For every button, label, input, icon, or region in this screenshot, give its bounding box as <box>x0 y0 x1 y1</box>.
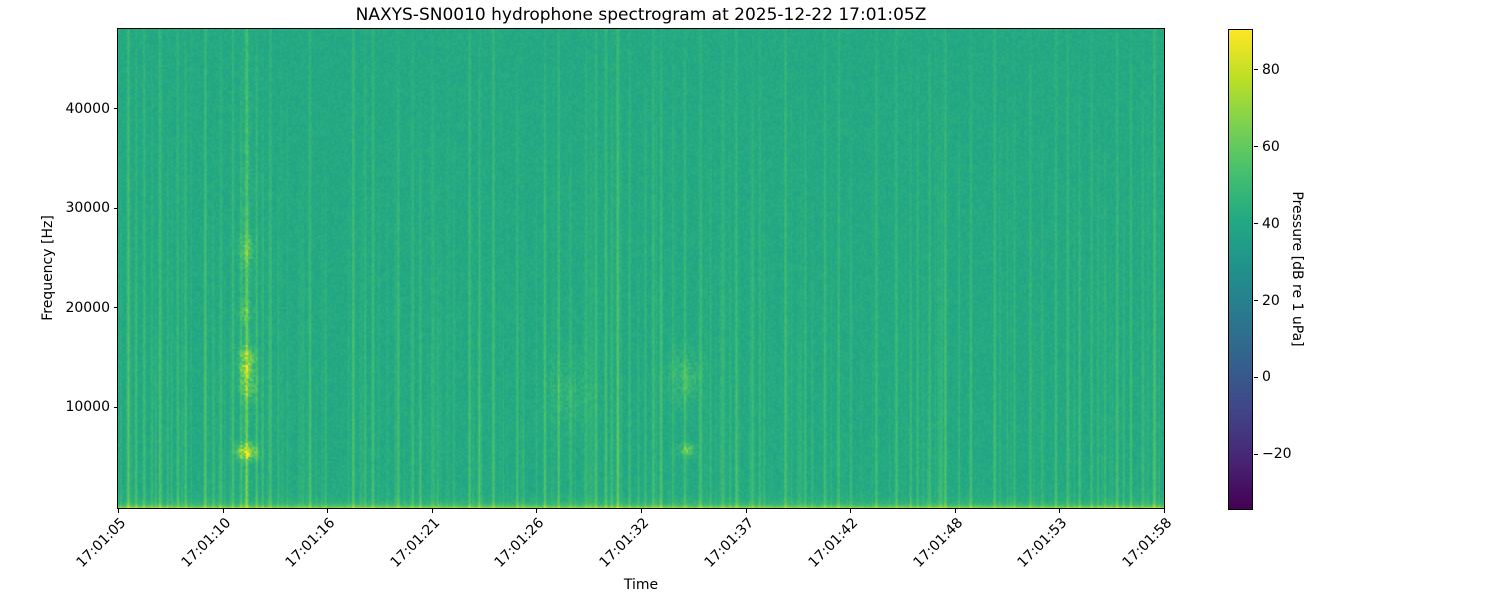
colorbar-tick-label: 60 <box>1262 138 1280 155</box>
colorbar-tick-label: 20 <box>1262 292 1280 309</box>
x-tick-mark <box>1164 509 1165 513</box>
x-tick-mark <box>431 509 433 513</box>
plot-border <box>117 28 1165 509</box>
colorbar-border <box>1228 29 1253 510</box>
x-tick-mark <box>954 509 956 513</box>
y-tick-label: 20000 <box>65 299 110 316</box>
colorbar-tick-mark <box>1254 69 1258 71</box>
colorbar-tick-label: 0 <box>1262 369 1271 386</box>
x-tick-label: 17:01:26 <box>491 515 548 571</box>
colorbar-tick-mark <box>1254 223 1258 225</box>
x-tick-label: 17:01:16 <box>282 515 339 571</box>
x-tick-label: 17:01:58 <box>1119 515 1176 571</box>
x-tick-mark <box>641 509 642 513</box>
y-tick-mark <box>114 307 118 309</box>
x-tick-mark <box>327 509 329 513</box>
y-axis-label: Frequency [Hz] <box>40 215 56 321</box>
x-tick-mark <box>1059 509 1061 513</box>
x-tick-label: 17:01:37 <box>701 515 757 571</box>
colorbar-tick-mark <box>1254 376 1258 378</box>
x-tick-mark <box>536 509 538 513</box>
y-tick-mark <box>114 406 118 408</box>
colorbar-tick-mark <box>1254 146 1258 148</box>
y-tick-mark <box>114 108 118 110</box>
x-tick-mark <box>850 509 852 513</box>
colorbar-label: Pressure [dB re 1 uPa] <box>1289 191 1305 347</box>
x-tick-label: 17:01:42 <box>805 515 862 571</box>
x-tick-label: 17:01:05 <box>73 515 130 571</box>
x-tick-mark <box>222 509 224 513</box>
y-tick-label: 10000 <box>65 399 110 416</box>
colorbar-tick-mark <box>1254 453 1258 455</box>
x-tick-mark <box>118 509 119 513</box>
x-tick-mark <box>745 509 747 513</box>
colorbar-tick-label: −20 <box>1262 446 1292 463</box>
spectrogram-figure: NAXYS-SN0010 hydrophone spectrogram at 2… <box>0 0 1500 600</box>
x-tick-label: 17:01:21 <box>387 515 444 571</box>
x-tick-label: 17:01:53 <box>1014 515 1071 571</box>
x-tick-label: 17:01:32 <box>596 515 653 571</box>
x-axis-label: Time <box>623 577 659 593</box>
y-tick-mark <box>114 207 118 209</box>
colorbar-tick-label: 80 <box>1262 61 1280 78</box>
chart-title: NAXYS-SN0010 hydrophone spectrogram at 2… <box>355 5 927 25</box>
y-tick-label: 30000 <box>65 200 110 217</box>
colorbar-tick-label: 40 <box>1262 215 1280 232</box>
y-tick-label: 40000 <box>65 100 110 117</box>
colorbar-tick-mark <box>1254 300 1258 301</box>
x-tick-label: 17:01:10 <box>178 515 234 571</box>
x-tick-label: 17:01:48 <box>910 515 967 571</box>
